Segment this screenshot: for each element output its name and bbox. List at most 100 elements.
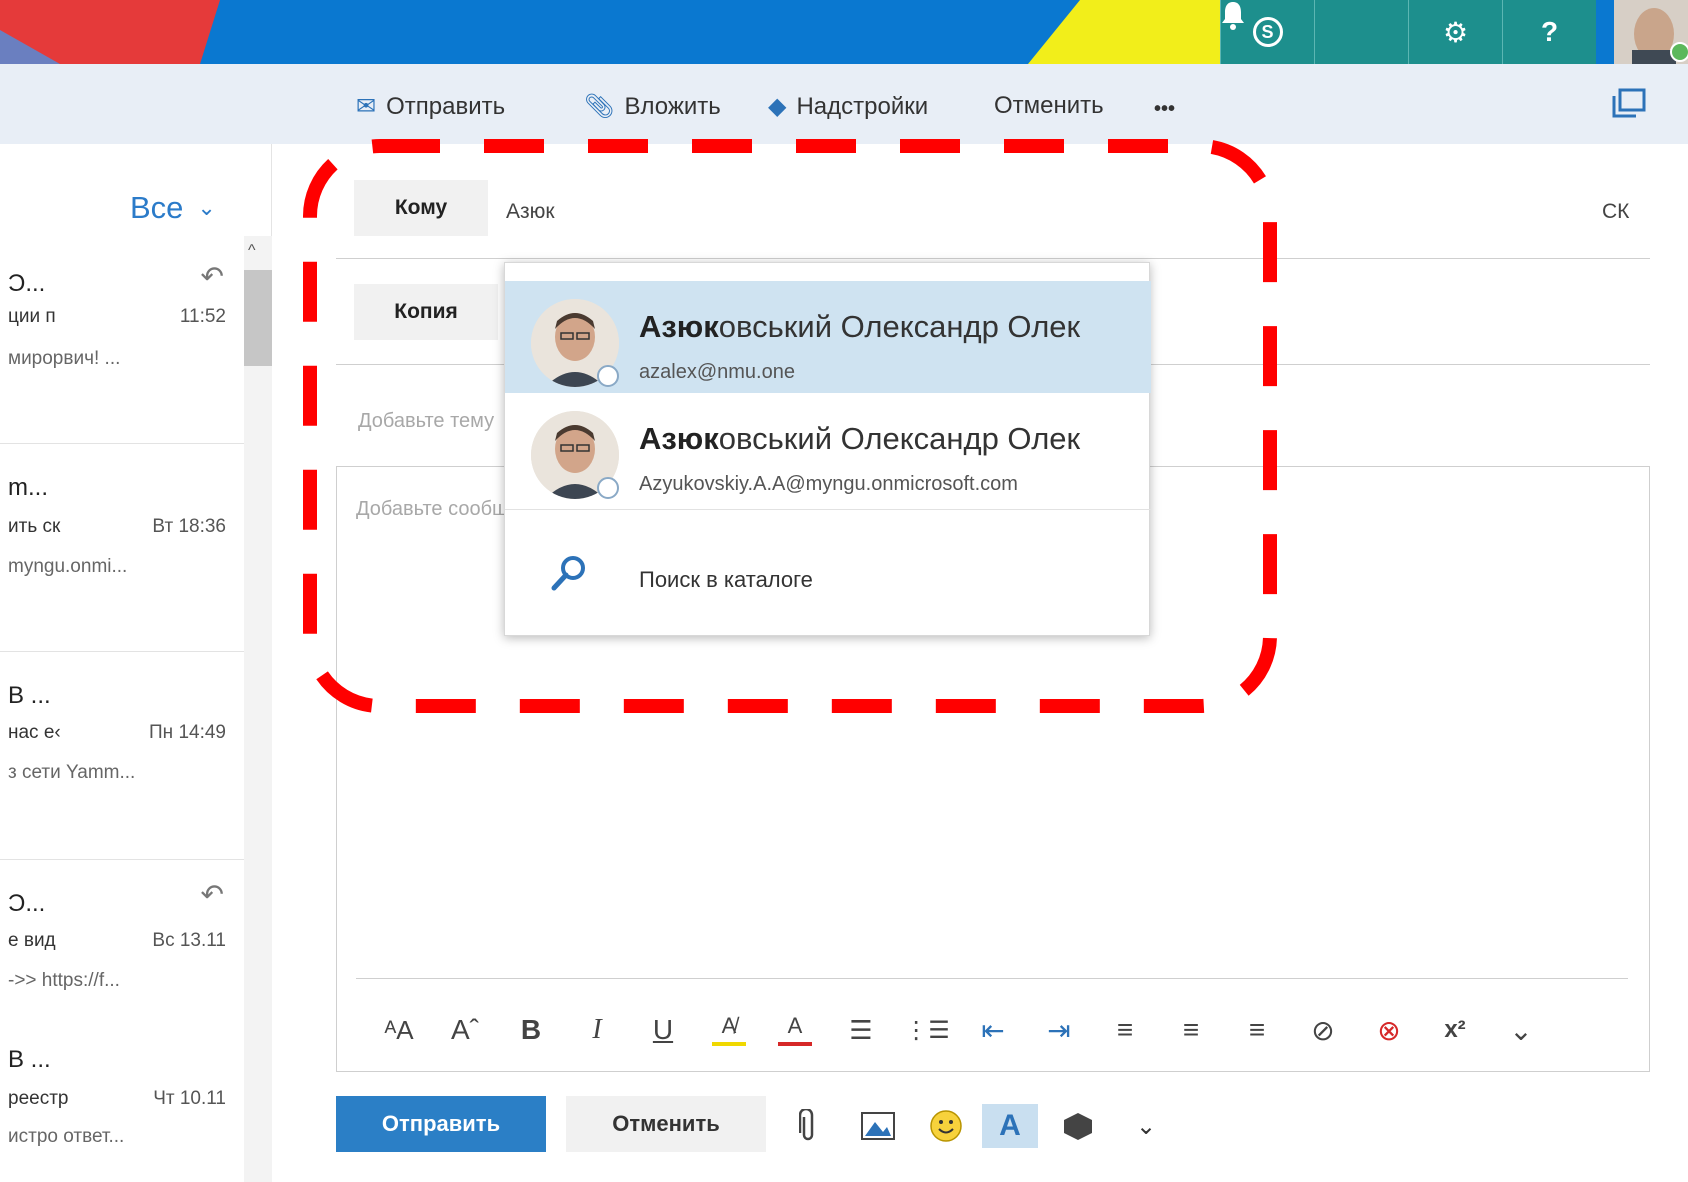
toolbar-attach-button[interactable]: 📎︎ Вложить xyxy=(584,92,721,121)
cc-label: Копия xyxy=(394,300,458,323)
list-item[interactable]: В ... реестр Чт 10.11 истро ответ... xyxy=(0,1026,244,1182)
format-divider xyxy=(356,978,1628,979)
replied-icon: ↶ xyxy=(200,261,224,292)
top-banner: S ⚙ ? xyxy=(0,0,1688,64)
scrollbar[interactable] xyxy=(244,236,272,1182)
search-icon[interactable] xyxy=(549,553,589,598)
more-actions-button[interactable]: ••• xyxy=(1154,98,1175,121)
mail-subject: е вид xyxy=(8,930,56,951)
list-item[interactable]: В ... нас е‹ Пн 14:49 з сети Yamm... xyxy=(0,652,244,860)
highlight-icon[interactable]: A̸ xyxy=(712,1010,746,1046)
suggestion-item[interactable]: Азюковський Олександр Олек Azyukovskiy.A… xyxy=(505,393,1151,505)
align-left-icon[interactable]: ≡ xyxy=(1092,1010,1158,1050)
suggestion-item[interactable]: Азюковський Олександр Олек azalex@nmu.on… xyxy=(505,281,1151,393)
to-button[interactable]: Кому xyxy=(354,180,488,236)
align-center-icon[interactable]: ≡ xyxy=(1158,1010,1224,1050)
outdent-icon[interactable]: ⇤ xyxy=(960,1010,1026,1050)
to-input[interactable]: Азюк xyxy=(506,200,555,224)
send-mail-icon: ✉ xyxy=(356,93,377,120)
align-right-icon[interactable]: ≡ xyxy=(1224,1010,1290,1050)
toolbar-send-label: Отправить xyxy=(386,92,506,120)
mail-preview: ->> https://f... xyxy=(8,970,120,991)
toolbar-addins-button[interactable]: ◆ Надстройки xyxy=(768,92,928,121)
suggestion-email: azalex@nmu.one xyxy=(639,361,795,383)
indent-icon[interactable]: ⇥ xyxy=(1026,1010,1092,1050)
paperclip-icon: 📎︎ xyxy=(584,93,615,120)
attach-icon[interactable] xyxy=(780,1104,836,1148)
mail-subject: реестр xyxy=(8,1088,69,1109)
popout-icon[interactable] xyxy=(1612,88,1646,123)
addins-icon[interactable] xyxy=(1050,1104,1106,1148)
more-icon: ••• xyxy=(1154,98,1176,120)
formatting-toolbar: ᴬA Aˆ B I U A̸ A ☰ ⋮☰ ⇤ ⇥ ≡ ≡ ≡ ⊘ ⊗ x² ⌄ xyxy=(366,1010,1554,1050)
suggestion-name: Азюковський Олександр Олек xyxy=(639,309,1081,344)
mail-time: 11:52 xyxy=(179,306,226,327)
filter-label: Все xyxy=(130,190,184,225)
replied-icon: ↶ xyxy=(200,879,224,910)
bcc-button[interactable]: СК xyxy=(1602,200,1629,224)
scrollbar-thumb[interactable] xyxy=(244,270,272,366)
more-formatting-icon[interactable]: ⌄ xyxy=(1488,1010,1554,1050)
toolbar-discard-button[interactable]: Отменить xyxy=(994,92,1104,120)
mail-time: Чт 10.11 xyxy=(153,1088,226,1109)
mail-subject: ции п xyxy=(8,306,56,327)
link-icon[interactable]: ⊘ xyxy=(1290,1010,1356,1050)
scroll-up-icon[interactable]: ^ xyxy=(248,242,256,260)
directory-search-link[interactable]: Поиск в каталоге xyxy=(639,567,813,593)
suggestions-divider xyxy=(505,509,1151,510)
mail-sender: Ͻ... xyxy=(8,270,46,297)
underline-icon[interactable]: U xyxy=(630,1010,696,1050)
subject-input[interactable]: Добавьте тему xyxy=(358,410,494,433)
mail-sender: Ͻ... xyxy=(8,890,46,917)
suggestion-name: Азюковський Олександр Олек xyxy=(639,421,1081,456)
bold-icon[interactable]: B xyxy=(498,1010,564,1050)
mail-subject: ить ск xyxy=(8,516,61,537)
font-size-icon[interactable]: ᴬA xyxy=(366,1010,432,1050)
mail-sender: В ... xyxy=(8,1046,51,1073)
addins-icon: ◆ xyxy=(768,93,787,120)
presence-icon xyxy=(597,365,619,387)
presence-icon xyxy=(597,477,619,499)
grow-font-icon[interactable]: Aˆ xyxy=(432,1010,498,1050)
gear-icon[interactable]: ⚙ xyxy=(1408,0,1502,64)
mail-preview: з сети Yamm... xyxy=(8,762,136,783)
toolbar-addins-label: Надстройки xyxy=(796,92,929,120)
mail-time: Вт 18:36 xyxy=(152,516,226,537)
filter-dropdown[interactable]: Все ⌄ xyxy=(130,190,216,226)
send-button[interactable]: Отправить xyxy=(336,1096,546,1152)
mail-sender: В ... xyxy=(8,682,51,709)
mail-subject: нас е‹ xyxy=(8,722,61,743)
unlink-icon[interactable]: ⊗ xyxy=(1356,1010,1422,1050)
discard-button[interactable]: Отменить xyxy=(566,1096,766,1152)
chevron-down-icon: ⌄ xyxy=(197,195,216,220)
signature-icon[interactable]: A xyxy=(982,1104,1038,1148)
font-color-icon[interactable]: A xyxy=(778,1010,812,1046)
list-item[interactable]: Ͻ... ↶ е вид Вс 13.11 ->> https://f... xyxy=(0,860,244,1022)
recipient-suggestions: Азюковський Олександр Олек azalex@nmu.on… xyxy=(504,262,1151,636)
superscript-icon[interactable]: x² xyxy=(1422,1010,1488,1050)
toolbar-attach-label: Вложить xyxy=(624,92,721,120)
avatar[interactable] xyxy=(1614,0,1688,64)
list-item[interactable]: m... ить ск Вт 18:36 myngu.onmi... xyxy=(0,444,244,652)
to-divider xyxy=(336,258,1650,259)
cc-button[interactable]: Копия xyxy=(354,284,498,340)
suggestion-email: Azyukovskiy.A.A@myngu.onmicrosoft.com xyxy=(639,473,1018,495)
numbering-icon[interactable]: ⋮☰ xyxy=(894,1010,960,1050)
to-label: Кому xyxy=(394,196,448,219)
mail-time: Пн 14:49 xyxy=(149,722,226,743)
more-options-icon[interactable]: ⌄ xyxy=(1118,1104,1174,1148)
picture-icon[interactable] xyxy=(850,1104,906,1148)
mail-sender: m... xyxy=(8,474,48,501)
list-item[interactable]: Ͻ... ↶ ции п 11:52 мирорвич! ... xyxy=(0,236,244,444)
help-icon[interactable]: ? xyxy=(1502,0,1596,64)
toolbar-send-button[interactable]: ✉ Отправить xyxy=(356,92,505,121)
emoji-icon[interactable] xyxy=(918,1104,974,1148)
italic-icon[interactable]: I xyxy=(564,1010,630,1050)
mail-time: Вс 13.11 xyxy=(152,930,226,951)
toolbar-discard-label: Отменить xyxy=(994,92,1104,119)
mail-preview: myngu.onmi... xyxy=(8,556,128,577)
mail-preview: мирорвич! ... xyxy=(8,348,121,369)
bell-icon[interactable] xyxy=(1222,0,1408,64)
bullets-icon[interactable]: ☰ xyxy=(828,1010,894,1050)
mail-preview: истро ответ... xyxy=(8,1126,125,1147)
